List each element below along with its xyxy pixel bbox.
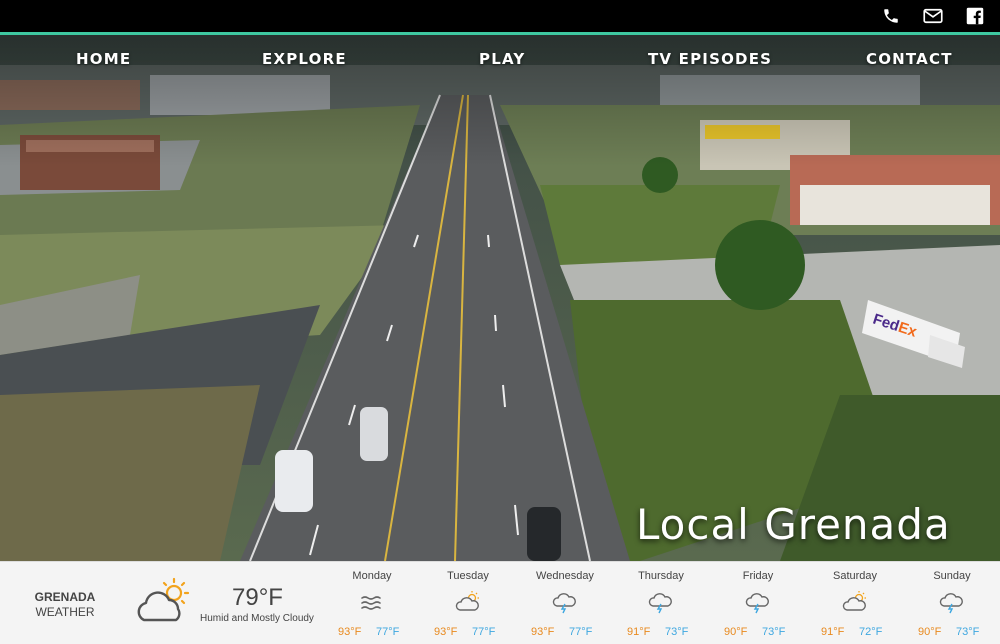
day-low: 77°F — [569, 626, 593, 638]
day-high: 93°F — [434, 626, 458, 638]
forecast-day: Friday 90°F 73°F — [710, 562, 806, 644]
day-low: 77°F — [376, 626, 400, 638]
mail-icon[interactable] — [922, 6, 944, 26]
main-nav: HOME EXPLORE PLAY TV EPISODES CONTACT — [0, 44, 1000, 74]
day-high: 90°F — [918, 626, 942, 638]
weather-widget: GRENADA WEATHER 79°F Humid and Mostly Cl… — [0, 561, 1000, 644]
forecast-day: Saturday 91°F 72°F — [807, 562, 903, 644]
thunderstorm-icon — [647, 590, 675, 614]
forecast-day: Tuesday 93°F 77°F — [420, 562, 516, 644]
nav-play[interactable]: PLAY — [479, 50, 525, 68]
thunderstorm-icon — [938, 590, 966, 614]
forecast-day: Wednesday 93°F 77°F — [517, 562, 613, 644]
day-high: 93°F — [338, 626, 362, 638]
weather-label: GRENADA WEATHER — [22, 590, 108, 620]
nav-contact[interactable]: CONTACT — [866, 50, 953, 68]
fog-icon — [358, 590, 386, 614]
phone-icon[interactable] — [880, 6, 902, 26]
day-name: Wednesday — [536, 570, 594, 582]
day-name: Tuesday — [447, 570, 489, 582]
aerial-road-scene: FedEx — [0, 35, 1000, 561]
day-name: Thursday — [638, 570, 684, 582]
day-high: 93°F — [531, 626, 555, 638]
forecast-day: Thursday 91°F 73°F — [613, 562, 709, 644]
day-name: Monday — [352, 570, 392, 582]
nav-tv-episodes[interactable]: TV EPISODES — [648, 50, 772, 68]
weather-city: GRENADA — [34, 590, 96, 604]
partly-cloudy-icon — [454, 590, 482, 614]
day-low: 73°F — [956, 626, 980, 638]
day-high: 90°F — [724, 626, 748, 638]
facebook-icon[interactable] — [964, 6, 986, 26]
nav-home[interactable]: HOME — [76, 50, 131, 68]
day-low: 77°F — [472, 626, 496, 638]
day-low: 72°F — [859, 626, 883, 638]
top-bar — [0, 0, 1000, 32]
day-name: Friday — [742, 570, 774, 582]
nav-explore[interactable]: EXPLORE — [262, 50, 347, 68]
current-condition: Humid and Mostly Cloudy — [200, 613, 314, 624]
hero-image: FedEx Local Grenada — [0, 35, 1000, 561]
day-name: Saturday — [832, 570, 878, 582]
forecast-day: Sunday 90°F 73°F — [904, 562, 1000, 644]
thunderstorm-icon — [744, 590, 772, 614]
partly-cloudy-icon — [841, 590, 869, 614]
hero-title: Local Grenada — [636, 500, 951, 549]
day-low: 73°F — [762, 626, 786, 638]
weather-caption: WEATHER — [35, 605, 95, 619]
day-high: 91°F — [821, 626, 845, 638]
current-temperature: 79°F — [232, 584, 283, 611]
thunderstorm-icon — [551, 590, 579, 614]
day-name: Sunday — [933, 570, 971, 582]
partly-cloudy-icon — [134, 576, 196, 631]
day-low: 73°F — [665, 626, 689, 638]
day-high: 91°F — [627, 626, 651, 638]
forecast-day: Monday 93°F 77°F — [324, 562, 420, 644]
